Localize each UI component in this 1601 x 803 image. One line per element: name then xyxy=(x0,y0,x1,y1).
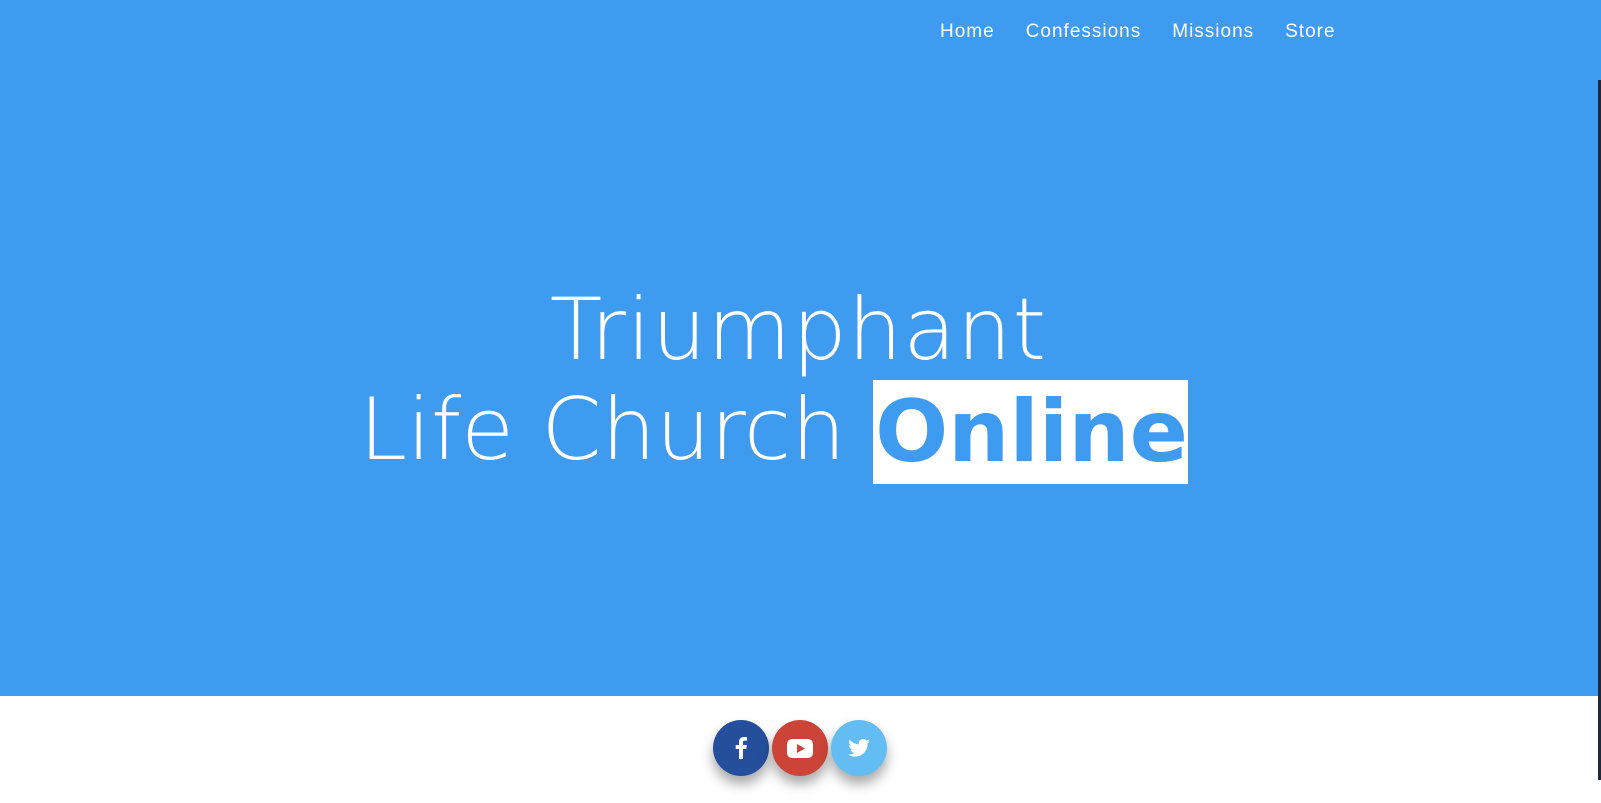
hero-section: Home Confessions Missions Store Triumpha… xyxy=(0,0,1601,696)
headline-highlight: Online xyxy=(873,380,1188,484)
facebook-button[interactable] xyxy=(713,720,769,776)
nav-confessions-link[interactable]: Confessions xyxy=(1026,20,1142,44)
hero-headline: Triumphant Life Church Online xyxy=(0,280,1601,484)
nav-home-link[interactable]: Home xyxy=(940,20,995,44)
headline-line-2: Life Church Online xyxy=(0,380,1574,484)
headline-line-1: Triumphant xyxy=(549,280,1048,380)
page: Home Confessions Missions Store Triumpha… xyxy=(0,0,1601,803)
nav-store-link[interactable]: Store xyxy=(1285,20,1335,44)
twitter-icon xyxy=(848,739,870,757)
main-nav: Home Confessions Missions Store xyxy=(940,20,1367,44)
nav-missions-link[interactable]: Missions xyxy=(1172,20,1254,44)
twitter-button[interactable] xyxy=(831,720,887,776)
youtube-icon xyxy=(787,738,813,758)
headline-line-2-text: Life Church xyxy=(359,380,874,480)
youtube-button[interactable] xyxy=(772,720,828,776)
social-links xyxy=(713,720,887,776)
facebook-icon xyxy=(735,737,747,759)
